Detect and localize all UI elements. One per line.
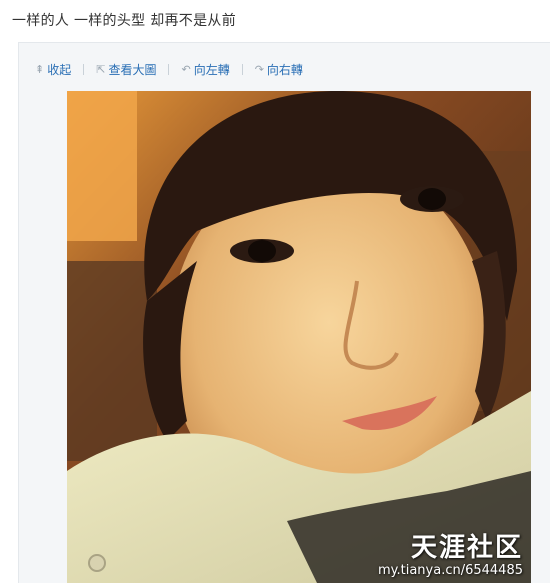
watermark-logo: 天涯社区	[410, 533, 523, 563]
rotate-left-button[interactable]: ↶ 向左轉	[181, 61, 229, 78]
post-photo[interactable]: 天涯社区 my.tianya.cn/6544485	[67, 91, 531, 583]
collapse-label: 收起	[47, 63, 72, 77]
image-toolbar: ⇞ 收起 ⇱ 查看大圖 ↶ 向左轉 ↷ 向右轉	[35, 61, 303, 78]
tianya-watermark: 天涯社区 my.tianya.cn/6544485	[378, 533, 523, 579]
portrait-photo	[67, 91, 531, 583]
view-large-label: 查看大圖	[108, 63, 157, 77]
post-text: 一样的人 一样的头型 却再不是从前	[12, 13, 236, 29]
rotate-right-button[interactable]: ↷ 向右轉	[255, 61, 303, 78]
media-box: ⇞ 收起 ⇱ 查看大圖 ↶ 向左轉 ↷ 向右轉 天涯社区 my.tianya.c…	[18, 42, 550, 583]
collapse-button[interactable]: ⇞ 收起	[35, 61, 71, 78]
collapse-icon: ⇞	[35, 63, 45, 76]
toolbar-divider	[168, 64, 170, 75]
view-large-button[interactable]: ⇱ 查看大圖	[96, 61, 156, 78]
toolbar-divider	[241, 64, 243, 75]
rotate-right-icon: ↷	[254, 63, 264, 76]
external-link-icon: ⇱	[96, 63, 106, 76]
rotate-left-icon: ↶	[181, 63, 191, 76]
rotate-left-label: 向左轉	[193, 63, 230, 77]
toolbar-divider	[83, 64, 85, 75]
watermark-url: my.tianya.cn/6544485	[377, 563, 523, 578]
rotate-right-label: 向右轉	[266, 63, 303, 77]
